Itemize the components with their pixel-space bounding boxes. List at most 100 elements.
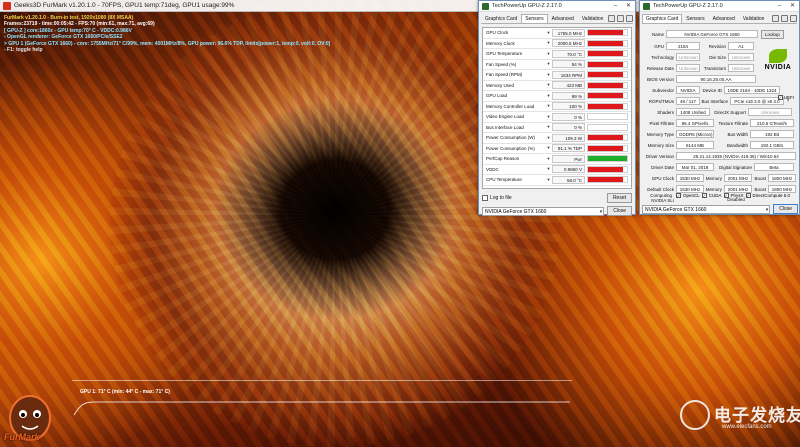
sensor-mode-chevron-icon[interactable]: ▾ <box>545 93 552 99</box>
tab-graphics-card[interactable]: Graphics Card <box>642 14 683 23</box>
minimize-button[interactable]: – <box>609 1 622 11</box>
gpuz-titlebar[interactable]: TechPowerUp GPU-Z 2.17.0 – ✕ <box>640 1 799 12</box>
texture-fillrate-field[interactable]: 210.6 GTexel/s <box>750 119 794 127</box>
refresh-icon[interactable] <box>781 15 788 22</box>
boost-field[interactable]: 1800 MHz <box>768 174 796 182</box>
release-date-field[interactable]: Unknown <box>676 64 700 72</box>
close-window-button[interactable]: ✕ <box>622 1 635 11</box>
sensor-value: 1634 RPM <box>552 70 585 79</box>
lookup-button[interactable]: Lookup <box>761 29 784 39</box>
computing-row: Computing ✓ OpenCL ✓ CUDA ✓ PhysX ✓ Dire… <box>640 191 797 200</box>
close-button[interactable]: Close <box>607 206 632 216</box>
sensor-value: 70.0 °C <box>552 49 585 58</box>
sensor-graph <box>587 165 628 173</box>
sensor-name: Power Consumption (W) <box>486 135 536 141</box>
sensor-graph-fill <box>588 51 624 57</box>
sensor-mode-chevron-icon[interactable]: ▾ <box>545 114 552 120</box>
sensor-graph-fill <box>588 135 624 141</box>
revision-field[interactable]: A1 <box>728 42 754 50</box>
directx-field[interactable]: Unknown <box>748 108 792 116</box>
sensor-row: VDDC ▾ 0.9860 V <box>483 165 631 175</box>
bus-width-field[interactable]: 192 Bit <box>750 130 794 138</box>
tab-advanced[interactable]: Advanced <box>548 14 578 23</box>
gpu-clock-field[interactable]: 1530 MHz <box>676 174 704 182</box>
tab-validation[interactable]: Validation <box>739 14 769 23</box>
sensor-name: Memory Clock <box>486 40 515 46</box>
transistors-field[interactable]: Unknown <box>728 64 754 72</box>
tab-sensors[interactable]: Sensors <box>521 14 548 23</box>
log-to-file-checkbox[interactable] <box>482 195 488 201</box>
sensor-footer: Log to file Reset <box>482 193 632 203</box>
rops-tmus-field[interactable]: 48 / 117 <box>676 97 700 105</box>
sensor-mode-chevron-icon[interactable]: ▾ <box>545 61 552 67</box>
gpuz-sensors-window: TechPowerUp GPU-Z 2.17.0 – ✕ Graphics Ca… <box>478 0 636 216</box>
name-field[interactable]: NVIDIA GeForce GTX 1660 <box>666 30 758 38</box>
sensor-mode-chevron-icon[interactable]: ▾ <box>545 166 552 172</box>
minimize-button[interactable]: – <box>773 1 786 11</box>
sensor-row: Memory Clock ▾ 2000.5 MHz <box>483 39 631 49</box>
sensor-mode-chevron-icon[interactable]: ▾ <box>545 145 552 151</box>
sensor-graph-fill <box>588 93 624 99</box>
sensor-mode-chevron-icon[interactable]: ▾ <box>545 82 552 88</box>
sensor-graph-fill <box>588 72 624 78</box>
die-size-field[interactable]: Unknown <box>728 53 754 61</box>
reset-button[interactable]: Reset <box>606 193 632 203</box>
menu-icon[interactable] <box>790 15 797 22</box>
technology-field[interactable]: Unknown <box>676 53 700 61</box>
subvendor-field[interactable]: NVIDIA <box>676 86 700 94</box>
release-date-label: Release Date <box>646 65 674 71</box>
sensor-name: Bus Interface Load <box>486 124 524 130</box>
driver-version-field[interactable]: 25.21.14.1935 (NVIDIA 419.35) / Win10 64 <box>676 152 796 160</box>
screenshot-icon[interactable] <box>772 15 779 22</box>
sensor-list[interactable]: GPU Clock ▾ 1755.0 MHz Memory Clock ▾ 2000.5 … <box>482 27 632 189</box>
close-window-button[interactable]: ✕ <box>786 1 799 11</box>
device-select-value: NVIDIA GeForce GTX 1660 <box>485 208 547 215</box>
tab-sensors[interactable]: Sensors <box>682 14 708 23</box>
sensor-value: 109.3 W <box>552 133 585 142</box>
sensor-mode-chevron-icon[interactable]: ▾ <box>545 156 552 162</box>
sensor-mode-chevron-icon[interactable]: ▾ <box>545 51 552 57</box>
sensor-row: Video Engine Load ▾ 0 % <box>483 112 631 123</box>
bus-interface-field[interactable]: PCIe x16 3.0 @ x8 3.0 <box>730 97 784 105</box>
sensor-name: CPU Temperature <box>486 177 522 183</box>
sensor-value: 99 % <box>552 91 585 100</box>
sensor-graph <box>587 102 628 110</box>
pixel-fillrate-field[interactable]: 86.4 GPixel/s <box>676 119 714 127</box>
device-select[interactable]: NVIDIA GeForce GTX 1660 ▾ <box>482 206 605 216</box>
transistors-label: Transistors <box>703 65 726 71</box>
sensor-graph-fill <box>588 166 624 172</box>
tab-graphics-card[interactable]: Graphics Card <box>481 14 521 23</box>
screenshot-icon[interactable] <box>608 15 615 22</box>
memory-size-field[interactable]: 6144 MB <box>676 141 714 149</box>
sensor-row: Bus Interface Load ▾ 0 % <box>483 123 631 133</box>
device-id-field[interactable]: 10DE 2184 - 10DE 1324 <box>724 86 780 94</box>
tab-advanced[interactable]: Advanced <box>709 14 739 23</box>
sensor-mode-chevron-icon[interactable]: ▾ <box>545 177 552 183</box>
bios-version-field[interactable]: 90.16.25.00.AA <box>676 75 756 83</box>
memory-clock-label: Memory <box>705 175 722 181</box>
sensors-titlebar[interactable]: TechPowerUp GPU-Z 2.17.0 – ✕ <box>479 1 635 12</box>
tab-validation[interactable]: Validation <box>578 14 608 23</box>
sensors-window-title: TechPowerUp GPU-Z 2.17.0 <box>492 3 562 9</box>
gpu-field[interactable]: 2184 <box>666 42 700 50</box>
bandwidth-field[interactable]: 192.1 GB/s <box>750 141 794 149</box>
bios-version-label: BIOS Version <box>646 76 674 82</box>
device-select[interactable]: NVIDIA GeForce GTX 1660 ▾ <box>642 204 771 214</box>
shaders-field[interactable]: 1408 Unified <box>676 108 710 116</box>
memory-type-field[interactable]: GDDR5 (Micron) <box>676 130 714 138</box>
close-button[interactable]: Close <box>773 204 798 214</box>
gpuz-app-icon <box>643 2 650 10</box>
sensor-graph <box>587 71 628 79</box>
sensor-mode-chevron-icon[interactable]: ▾ <box>545 124 552 130</box>
refresh-icon[interactable] <box>617 15 624 22</box>
memory-clock-field[interactable]: 2001 MHz <box>724 174 752 182</box>
digital-signature-field[interactable]: Beta <box>754 163 794 171</box>
sensor-mode-chevron-icon[interactable]: ▾ <box>545 103 552 109</box>
menu-icon[interactable] <box>626 15 633 22</box>
sensor-mode-chevron-icon[interactable]: ▾ <box>545 72 552 78</box>
sensor-mode-chevron-icon[interactable]: ▾ <box>545 135 552 141</box>
pixel-fillrate-label: Pixel Fillrate <box>649 120 674 126</box>
driver-date-field[interactable]: Mar 01, 2019 <box>676 163 714 171</box>
sensor-mode-chevron-icon[interactable]: ▾ <box>545 40 552 46</box>
sensor-mode-chevron-icon[interactable]: ▾ <box>545 30 552 36</box>
